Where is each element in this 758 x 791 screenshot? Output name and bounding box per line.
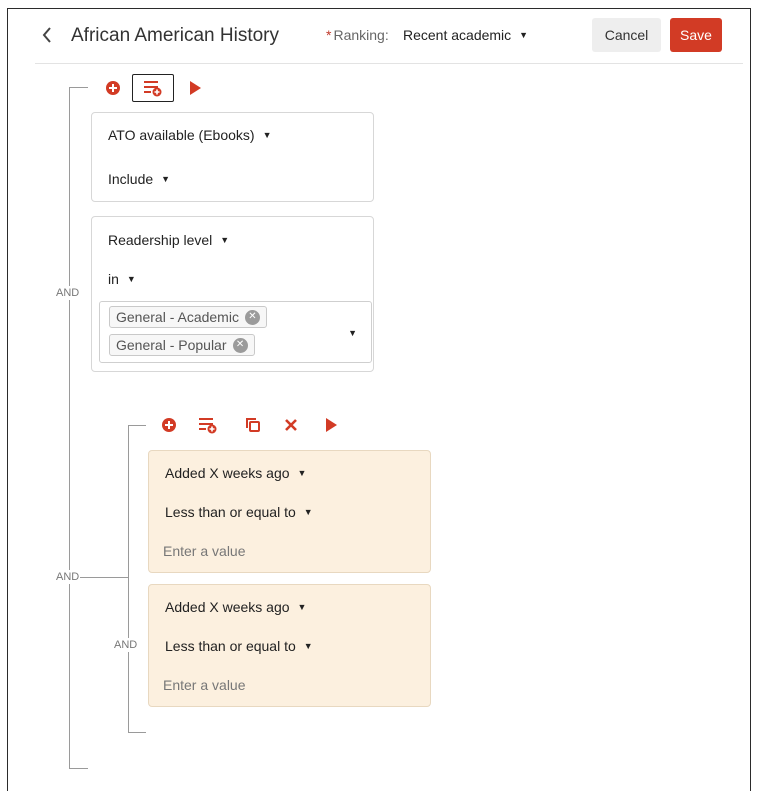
run-play-icon — [190, 81, 201, 95]
and-operator-label[interactable]: AND — [56, 570, 80, 584]
add-group-button[interactable] — [197, 414, 219, 436]
nested-group-bracket-bottom — [128, 732, 146, 733]
field-select[interactable]: Added X weeks ago ▼ — [165, 465, 306, 481]
field-select[interactable]: ATO available (Ebooks) ▼ — [108, 127, 271, 143]
condition-card: ATO available (Ebooks) ▼ Include ▼ — [91, 112, 374, 202]
remove-chip-icon[interactable]: ✕ — [244, 309, 260, 325]
field-select[interactable]: Readership level ▼ — [108, 232, 229, 248]
header-divider — [35, 63, 743, 64]
outer-group-bracket — [69, 87, 70, 768]
value-chip: General - Academic ✕ — [109, 306, 267, 328]
caret-down-icon: ▼ — [303, 507, 313, 517]
copy-button[interactable] — [242, 414, 264, 436]
nested-group-bracket — [128, 425, 129, 732]
condition-card: Added X weeks ago ▼ Less than or equal to… — [148, 450, 431, 573]
page-title: African American History — [71, 25, 280, 46]
outer-group-bracket-bottom — [69, 768, 88, 769]
ranking-select[interactable]: Recent academic ▼ — [403, 27, 528, 43]
value-input[interactable]: Enter a value — [163, 543, 246, 559]
run-button[interactable] — [320, 414, 342, 436]
operator-select[interactable]: Include ▼ — [108, 171, 170, 187]
and-operator-label[interactable]: AND — [114, 638, 138, 652]
field-select[interactable]: Added X weeks ago ▼ — [165, 599, 306, 615]
caret-down-icon: ▼ — [220, 235, 230, 245]
outer-group-bracket-top — [69, 87, 88, 88]
operator-select[interactable]: Less than or equal to ▼ — [165, 638, 313, 654]
caret-down-icon: ▼ — [519, 30, 529, 40]
add-group-icon — [199, 418, 217, 434]
caret-down-icon: ▼ — [126, 274, 136, 284]
delete-group-button[interactable] — [280, 414, 302, 436]
and-operator-label[interactable]: AND — [56, 286, 80, 300]
condition-card: Readership level ▼ in ▼ General - Academic… — [91, 216, 374, 372]
caret-down-icon: ▼ — [297, 602, 307, 612]
value-chip: General - Popular ✕ — [109, 334, 255, 356]
caret-down-icon: ▼ — [303, 641, 313, 651]
values-multiselect[interactable]: General - Academic ✕ General - Popular ✕ ▼ — [99, 301, 372, 363]
caret-down-icon: ▼ — [262, 130, 272, 140]
operator-select[interactable]: Less than or equal to ▼ — [165, 504, 313, 520]
run-play-icon — [326, 418, 337, 432]
add-group-icon — [144, 81, 162, 97]
caret-down-icon: ▼ — [297, 468, 307, 478]
required-mark: * — [326, 27, 332, 43]
save-button[interactable]: Save — [670, 18, 722, 52]
cancel-button[interactable]: Cancel — [592, 18, 661, 52]
add-group-button[interactable] — [132, 74, 174, 102]
operator-select[interactable]: in ▼ — [108, 271, 136, 287]
copy-icon — [246, 418, 260, 432]
caret-down-icon[interactable]: ▼ — [348, 328, 357, 338]
chevron-left-icon — [42, 27, 51, 43]
remove-chip-icon[interactable]: ✕ — [232, 337, 248, 353]
nested-group-connector — [80, 577, 128, 578]
add-condition-button[interactable] — [102, 77, 124, 99]
add-circle-icon — [162, 418, 176, 432]
nested-group-bracket-top — [128, 425, 146, 426]
ranking-label: * Ranking: — [326, 27, 389, 43]
caret-down-icon: ▼ — [161, 174, 171, 184]
add-condition-button[interactable] — [158, 414, 180, 436]
run-button[interactable] — [184, 77, 206, 99]
condition-card: Added X weeks ago ▼ Less than or equal to… — [148, 584, 431, 707]
back-button[interactable] — [40, 24, 60, 48]
value-input[interactable]: Enter a value — [163, 677, 246, 693]
delete-x-icon — [285, 419, 297, 431]
add-circle-icon — [106, 81, 120, 95]
